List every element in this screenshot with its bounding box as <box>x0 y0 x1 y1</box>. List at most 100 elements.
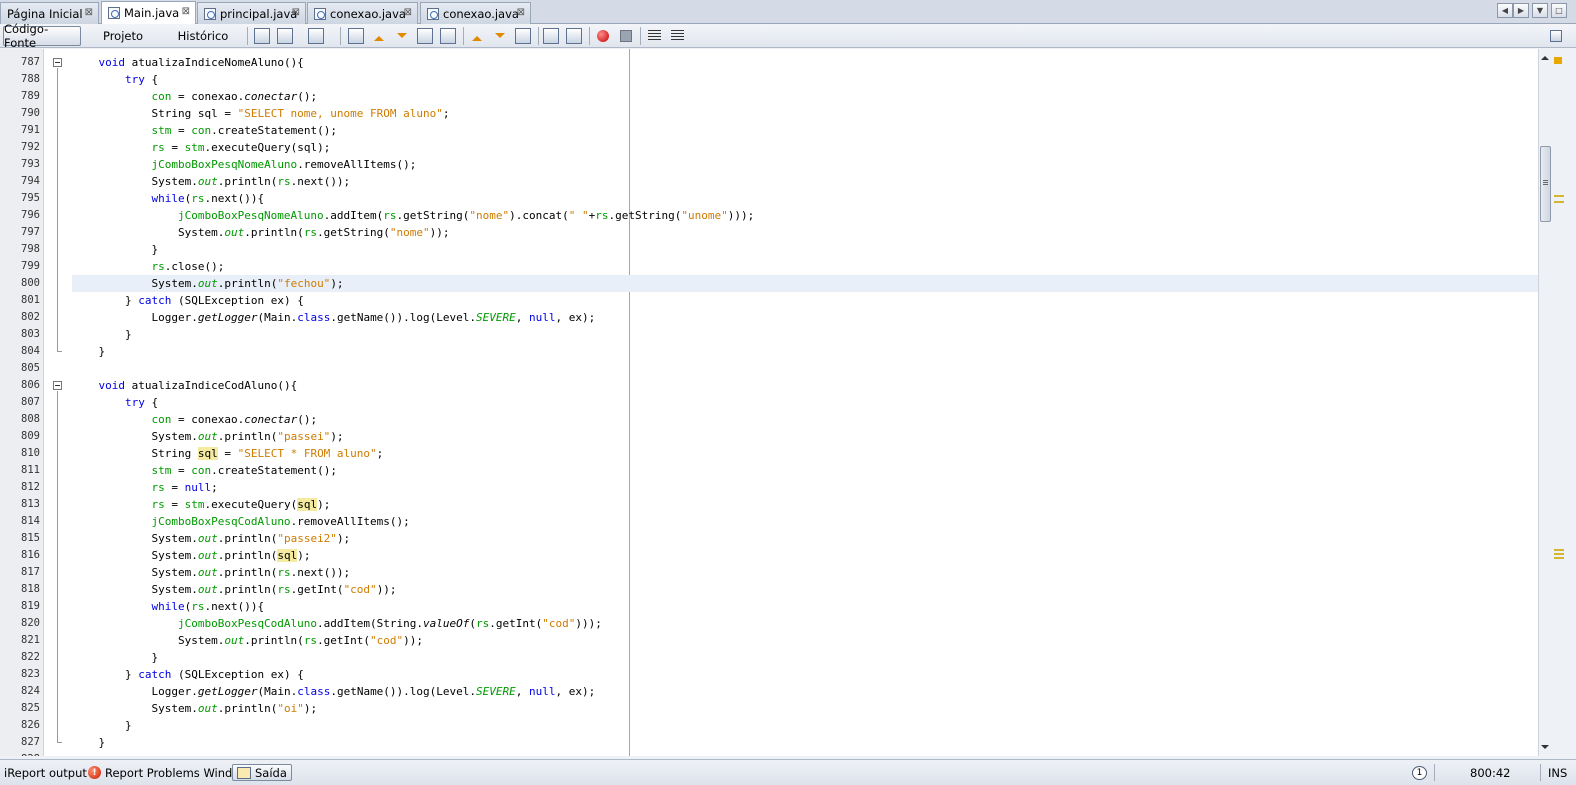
code-line[interactable]: void atualizaIndiceCodAluno(){ <box>72 377 1538 394</box>
line-number: 806 <box>21 379 40 391</box>
code-line[interactable]: System.out.println(sql); <box>72 547 1538 564</box>
code-line[interactable]: try { <box>72 71 1538 88</box>
code-line[interactable]: con = conexao.conectar(); <box>72 88 1538 105</box>
report-problems-tab[interactable]: ! Report Problems Window <box>88 764 249 781</box>
occurrence-mark[interactable] <box>1554 557 1564 559</box>
code-line[interactable]: rs.close(); <box>72 258 1538 275</box>
tab-pagina-inicial[interactable]: Página Inicial ⊠ <box>0 2 99 24</box>
code-line[interactable]: System.out.println(rs.getString("nome"))… <box>72 224 1538 241</box>
tab-conexao-java-1[interactable]: conexao.java ⊠ <box>307 2 418 24</box>
tab-conexao-java-2[interactable]: conexao.java ⊠ <box>420 2 531 24</box>
code-line[interactable]: while(rs.next()){ <box>72 190 1538 207</box>
close-tab-icon[interactable]: ⊠ <box>85 7 93 18</box>
code-line[interactable]: } <box>72 343 1538 360</box>
code-line[interactable]: System.out.println("passei"); <box>72 428 1538 445</box>
history-view-button[interactable]: Histórico <box>170 26 236 46</box>
code-line[interactable]: String sql = "SELECT nome, unome FROM al… <box>72 105 1538 122</box>
output-tab[interactable]: Saída <box>232 764 292 781</box>
split-editor-icon[interactable] <box>1550 30 1562 42</box>
code-line[interactable]: Logger.getLogger(Main.class.getName()).l… <box>72 683 1538 700</box>
code-line[interactable]: } <box>72 717 1538 734</box>
shift-line-left-icon[interactable] <box>543 28 559 44</box>
line-number: 821 <box>21 634 40 646</box>
close-tab-icon[interactable]: ⊠ <box>517 7 525 18</box>
code-line[interactable]: jComboBoxPesqCodAluno.addItem(String.val… <box>72 615 1538 632</box>
code-line[interactable]: con = conexao.conectar(); <box>72 411 1538 428</box>
source-view-button[interactable]: Código-Fonte <box>3 22 81 50</box>
code-line[interactable] <box>72 360 1538 377</box>
tab-principal-java[interactable]: principal.java ⊠ <box>197 2 306 24</box>
back-icon[interactable] <box>277 28 293 44</box>
occurrence-mark[interactable] <box>1554 195 1564 197</box>
maximize-window-icon[interactable]: □ <box>1551 3 1567 18</box>
current-code-line[interactable]: System.out.println("fechou"); <box>72 275 1538 292</box>
code-line[interactable]: System.out.println("oi"); <box>72 700 1538 717</box>
code-line[interactable]: stm = con.createStatement(); <box>72 462 1538 479</box>
uncomment-icon[interactable] <box>671 30 684 42</box>
toolbar-separator <box>247 27 248 45</box>
code-line[interactable]: System.out.println(rs.next()); <box>72 173 1538 190</box>
find-selection-icon[interactable] <box>348 28 364 44</box>
code-line[interactable]: jComboBoxPesqNomeAluno.addItem(rs.getStr… <box>72 207 1538 224</box>
forward-icon[interactable] <box>308 28 324 44</box>
scroll-down-icon[interactable] <box>1541 745 1549 753</box>
previous-bookmark-icon[interactable] <box>469 28 485 44</box>
code-line[interactable]: while(rs.next()){ <box>72 598 1538 615</box>
code-line[interactable]: } <box>72 241 1538 258</box>
code-line[interactable] <box>72 751 1538 756</box>
code-line[interactable]: jComboBoxPesqNomeAluno.removeAllItems(); <box>72 156 1538 173</box>
find-previous-icon[interactable] <box>371 28 387 44</box>
scroll-up-icon[interactable] <box>1541 52 1549 60</box>
start-macro-recording-icon[interactable] <box>597 30 609 42</box>
project-view-button[interactable]: Projeto <box>96 26 150 46</box>
scroll-tabs-right-icon[interactable]: ▶ <box>1513 3 1529 18</box>
close-tab-icon[interactable]: ⊠ <box>182 6 190 17</box>
close-tab-icon[interactable]: ⊠ <box>404 7 412 18</box>
line-number: 817 <box>21 566 40 578</box>
tab-main-java[interactable]: Main.java ⊠ <box>101 1 196 24</box>
code-line[interactable]: } <box>72 734 1538 751</box>
code-line[interactable]: rs = stm.executeQuery(sql); <box>72 139 1538 156</box>
toggle-bookmark-icon[interactable] <box>515 28 531 44</box>
cursor-position: 800:42 <box>1470 765 1511 780</box>
editor-vertical-scrollbar[interactable] <box>1538 49 1551 756</box>
code-line[interactable]: String sql = "SELECT * FROM aluno"; <box>72 445 1538 462</box>
toggle-rectangular-selection-icon[interactable] <box>440 28 456 44</box>
code-line[interactable]: System.out.println(rs.getInt("cod")); <box>72 581 1538 598</box>
code-line[interactable]: } <box>72 326 1538 343</box>
code-editor[interactable]: void atualizaIndiceNomeAluno(){ try { co… <box>0 49 1538 756</box>
code-line[interactable]: try { <box>72 394 1538 411</box>
code-line[interactable]: System.out.println(rs.getInt("cod")); <box>72 632 1538 649</box>
next-bookmark-icon[interactable] <box>492 28 508 44</box>
last-edit-icon[interactable] <box>254 28 270 44</box>
code-line[interactable]: stm = con.createStatement(); <box>72 122 1538 139</box>
code-line[interactable]: } catch (SQLException ex) { <box>72 666 1538 683</box>
find-next-icon[interactable] <box>394 28 410 44</box>
code-line[interactable]: rs = stm.executeQuery(sql); <box>72 496 1538 513</box>
occurrence-mark[interactable] <box>1554 201 1564 203</box>
scrollbar-thumb[interactable] <box>1540 146 1551 222</box>
scroll-tabs-left-icon[interactable]: ◀ <box>1497 3 1513 18</box>
code-line[interactable]: } <box>72 649 1538 666</box>
ireport-output-tab[interactable]: iReport output <box>4 764 87 781</box>
toggle-highlight-search-icon[interactable] <box>417 28 433 44</box>
comment-icon[interactable] <box>648 30 661 42</box>
code-line[interactable]: void atualizaIndiceNomeAluno(){ <box>72 54 1538 71</box>
occurrence-mark[interactable] <box>1554 553 1564 555</box>
notifications-button[interactable]: 1 <box>1412 764 1427 781</box>
shift-line-right-icon[interactable] <box>566 28 582 44</box>
fold-collapse-icon[interactable] <box>53 381 62 390</box>
code-line[interactable]: } catch (SQLException ex) { <box>72 292 1538 309</box>
code-line[interactable]: rs = null; <box>72 479 1538 496</box>
code-line[interactable]: jComboBoxPesqCodAluno.removeAllItems(); <box>72 513 1538 530</box>
code-line[interactable]: System.out.println(rs.next()); <box>72 564 1538 581</box>
occurrence-mark[interactable] <box>1554 549 1564 551</box>
stop-macro-recording-icon[interactable] <box>620 30 632 42</box>
code-line[interactable]: System.out.println("passei2"); <box>72 530 1538 547</box>
close-tab-icon[interactable]: ⊠ <box>292 7 300 18</box>
code-line[interactable]: Logger.getLogger(Main.class.getName()).l… <box>72 309 1538 326</box>
tab-list-dropdown-icon[interactable]: ▼ <box>1532 3 1548 18</box>
error-stripe[interactable] <box>1551 49 1576 756</box>
fold-collapse-icon[interactable] <box>53 58 62 67</box>
line-number: 811 <box>21 464 40 476</box>
